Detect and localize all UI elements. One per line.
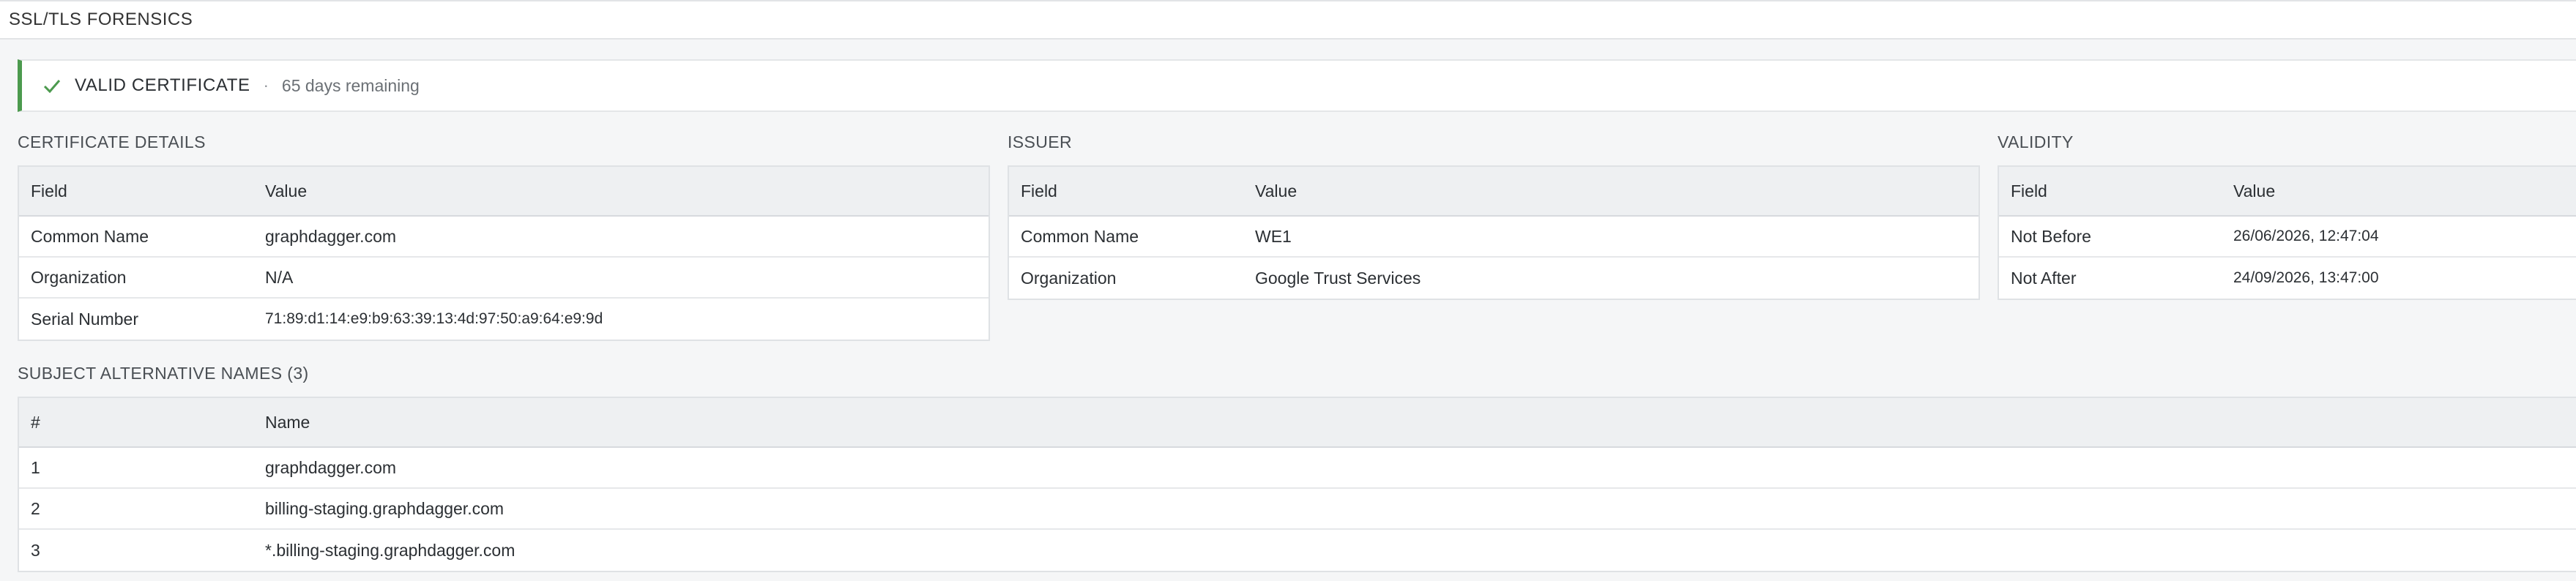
value-cell: WE1 — [1255, 226, 1292, 246]
field-cell: Organization — [31, 267, 127, 287]
status-separator: · — [263, 76, 269, 94]
check-icon — [42, 76, 62, 95]
status-label: VALID CERTIFICATE — [75, 75, 250, 95]
table-row: Organization N/A — [19, 258, 989, 299]
issuer-table: Field Value Common Name WE1 Organization… — [1008, 165, 1980, 300]
column-header-name: Name — [265, 412, 310, 432]
value-cell: N/A — [265, 267, 294, 287]
validity-title: VALIDITY — [1998, 132, 2074, 151]
page-title: SSL/TLS FORENSICS — [9, 10, 193, 29]
index-cell: 2 — [31, 498, 40, 518]
days-remaining: 65 days remaining — [281, 75, 420, 95]
table-row: Common Name graphdagger.com — [19, 217, 989, 258]
table-row: 3 *.billing-staging.graphdagger.com — [19, 530, 2576, 571]
certificate-details-title: CERTIFICATE DETAILS — [18, 132, 206, 151]
name-cell: graphdagger.com — [265, 457, 397, 477]
index-cell: 3 — [31, 540, 40, 560]
not-before-value: 26/06/2026, 12:47:04 — [2233, 228, 2379, 244]
column-header-field: Field — [2011, 181, 2047, 200]
column-header-index: # — [31, 412, 40, 432]
table-row: 1 graphdagger.com — [19, 448, 2576, 489]
value-cell: graphdagger.com — [265, 226, 397, 246]
column-header-value: Value — [2233, 181, 2276, 200]
sans-table: # Name 1 graphdagger.com 2 billing-stagi… — [18, 397, 2576, 572]
table-header: # Name — [19, 398, 2576, 448]
not-after-value: 24/09/2026, 13:47:00 — [2233, 269, 2379, 286]
serial-number-value: 71:89:d1:14:e9:b9:63:39:13:4d:97:50:a9:6… — [265, 310, 603, 327]
table-row: Organization Google Trust Services — [1009, 258, 1978, 299]
table-row: 2 billing-staging.graphdagger.com — [19, 489, 2576, 530]
table-header: Field Value — [1999, 167, 2576, 217]
column-header-field: Field — [31, 181, 67, 200]
sans-title: SUBJECT ALTERNATIVE NAMES (3) — [18, 364, 309, 383]
table-header: Field Value — [19, 167, 989, 217]
validity-table: Field Value Not Before 26/06/2026, 12:47… — [1998, 165, 2576, 300]
index-cell: 1 — [31, 457, 40, 477]
field-cell: Common Name — [1021, 226, 1139, 246]
field-cell: Serial Number — [31, 309, 138, 329]
field-cell: Not After — [2011, 268, 2077, 288]
certificate-details-table: Field Value Common Name graphdagger.com … — [18, 165, 990, 341]
table-header: Field Value — [1009, 167, 1978, 217]
table-row: Not After 24/09/2026, 13:47:00 — [1999, 258, 2576, 299]
table-row: Serial Number 71:89:d1:14:e9:b9:63:39:13… — [19, 299, 989, 340]
field-cell: Organization — [1021, 268, 1117, 288]
value-cell: Google Trust Services — [1255, 268, 1421, 288]
name-cell: *.billing-staging.graphdagger.com — [265, 540, 515, 560]
certificate-status-banner: VALID CERTIFICATE · 65 days remaining — [18, 59, 2576, 112]
field-cell: Common Name — [31, 226, 149, 246]
page: SSL/TLS FORENSICS VALID CERTIFICATE · 65… — [0, 0, 2576, 581]
table-row: Not Before 26/06/2026, 12:47:04 — [1999, 217, 2576, 258]
name-cell: billing-staging.graphdagger.com — [265, 498, 505, 518]
field-cell: Not Before — [2011, 226, 2091, 246]
column-header-value: Value — [1255, 181, 1298, 200]
column-header-value: Value — [265, 181, 308, 200]
column-header-field: Field — [1021, 181, 1057, 200]
table-row: Common Name WE1 — [1009, 217, 1978, 258]
issuer-title: ISSUER — [1008, 132, 1073, 151]
page-header: SSL/TLS FORENSICS — [0, 1, 2576, 40]
